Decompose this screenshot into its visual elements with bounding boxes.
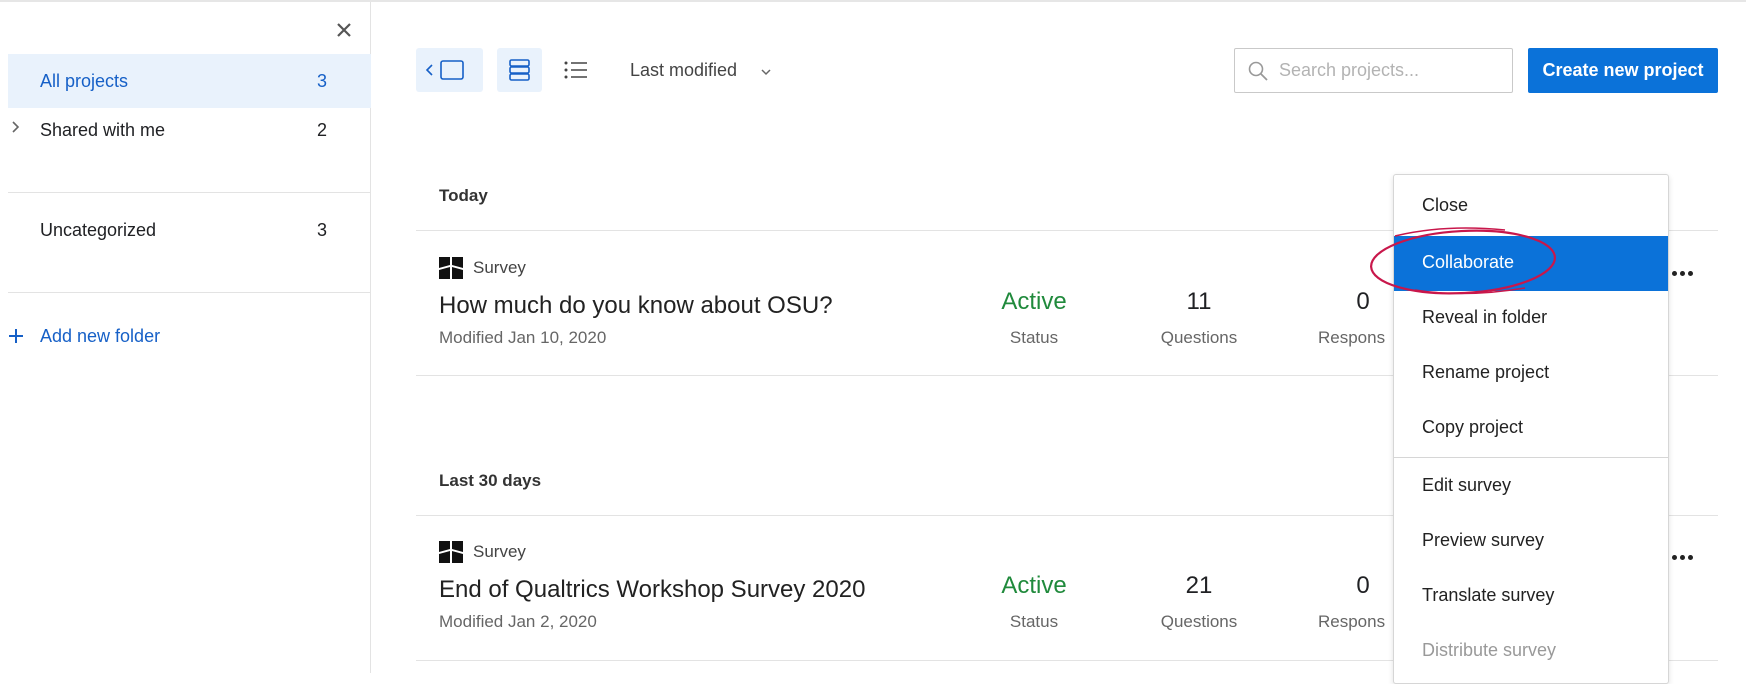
sidebar: All projects 3 Shared with me 2 Uncatego… <box>0 2 371 673</box>
menu-item-collaborate[interactable]: Collaborate <box>1394 236 1668 291</box>
responses-label: Respons <box>1318 612 1386 631</box>
project-name[interactable]: How much do you know about OSU? <box>439 292 833 320</box>
questions-label: Questions <box>1160 612 1238 631</box>
project-name[interactable]: End of Qualtrics Workshop Survey 2020 <box>439 576 865 604</box>
sidebar-divider <box>8 192 371 193</box>
sidebar-item-label: Uncategorized <box>40 220 157 240</box>
menu-item-close[interactable]: Close <box>1394 179 1668 234</box>
search-input[interactable] <box>1279 49 1504 92</box>
menu-divider <box>1394 457 1668 458</box>
menu-item-copy-project[interactable]: Copy project <box>1394 401 1668 456</box>
add-folder-label: Add new folder <box>40 326 161 346</box>
sidebar-item-count: 3 <box>317 71 328 91</box>
questions-count: 11 <box>1186 288 1212 315</box>
menu-item-rename-project[interactable]: Rename project <box>1394 346 1668 401</box>
card-view-button[interactable] <box>497 48 542 92</box>
menu-item-reveal-in-folder[interactable]: Reveal in folder <box>1394 291 1668 346</box>
collapse-sidebar-button[interactable] <box>416 48 483 92</box>
sidebar-item-label: All projects <box>40 71 129 91</box>
menu-item-label: Copy project <box>1422 417 1524 437</box>
list-view-button[interactable] <box>557 48 597 92</box>
menu-item-label: Preview survey <box>1422 530 1545 550</box>
more-options-icon[interactable] <box>1672 547 1702 561</box>
project-type-label: Survey <box>473 542 526 561</box>
menu-item-translate-survey[interactable]: Translate survey <box>1394 569 1668 624</box>
status-label: Status <box>1009 612 1059 631</box>
survey-logo-icon <box>439 257 463 279</box>
status-label: Status <box>1009 328 1059 347</box>
menu-item-label: Edit survey <box>1422 475 1512 495</box>
project-type-label: Survey <box>473 258 526 277</box>
sort-label: Last modified <box>630 60 738 80</box>
menu-item-edit-survey[interactable]: Edit survey <box>1394 459 1668 514</box>
plus-icon <box>8 328 24 344</box>
sidebar-item-shared-with-me[interactable]: Shared with me 2 <box>8 103 371 157</box>
menu-item-label: Close <box>1422 195 1469 215</box>
sidebar-item-all-projects[interactable]: All projects 3 <box>8 54 371 108</box>
menu-item-label: Reveal in folder <box>1422 307 1548 327</box>
sort-dropdown[interactable]: Last modified <box>630 60 771 81</box>
menu-item-preview-survey[interactable]: Preview survey <box>1394 514 1668 569</box>
sidebar-divider <box>8 292 371 293</box>
sidebar-item-label: Shared with me <box>40 120 166 140</box>
questions-count: 21 <box>1185 572 1213 599</box>
survey-logo-icon <box>439 541 463 563</box>
questions-label: Questions <box>1160 328 1238 347</box>
project-modified-date: Modified Jan 10, 2020 <box>439 328 607 347</box>
chevron-down-icon <box>760 62 772 76</box>
menu-item-label: Distribute survey <box>1422 640 1557 660</box>
status-value: Active <box>1001 288 1067 315</box>
chevron-right-icon[interactable] <box>11 120 21 139</box>
menu-item-label: Collaborate <box>1422 252 1515 272</box>
responses-label: Respons <box>1318 328 1386 347</box>
project-context-menu: Close Collaborate Reveal in folder Renam… <box>1393 174 1669 684</box>
sidebar-item-count: 3 <box>317 220 328 240</box>
close-sidebar-icon[interactable] <box>332 18 356 42</box>
search-box[interactable] <box>1234 48 1513 93</box>
menu-item-label: Translate survey <box>1422 585 1555 605</box>
project-modified-date: Modified Jan 2, 2020 <box>439 612 597 631</box>
sidebar-item-count: 2 <box>317 120 328 140</box>
sidebar-item-uncategorized[interactable]: Uncategorized 3 <box>8 203 371 257</box>
search-icon <box>1247 60 1269 82</box>
create-new-project-button[interactable]: Create new project <box>1528 48 1718 93</box>
menu-item-label: Rename project <box>1422 362 1550 382</box>
status-value: Active <box>1001 572 1067 599</box>
more-options-icon[interactable] <box>1672 263 1702 277</box>
menu-item-distribute-survey[interactable]: Distribute survey <box>1394 624 1668 679</box>
group-header: Today <box>439 186 488 205</box>
group-header: Last 30 days <box>439 471 542 490</box>
